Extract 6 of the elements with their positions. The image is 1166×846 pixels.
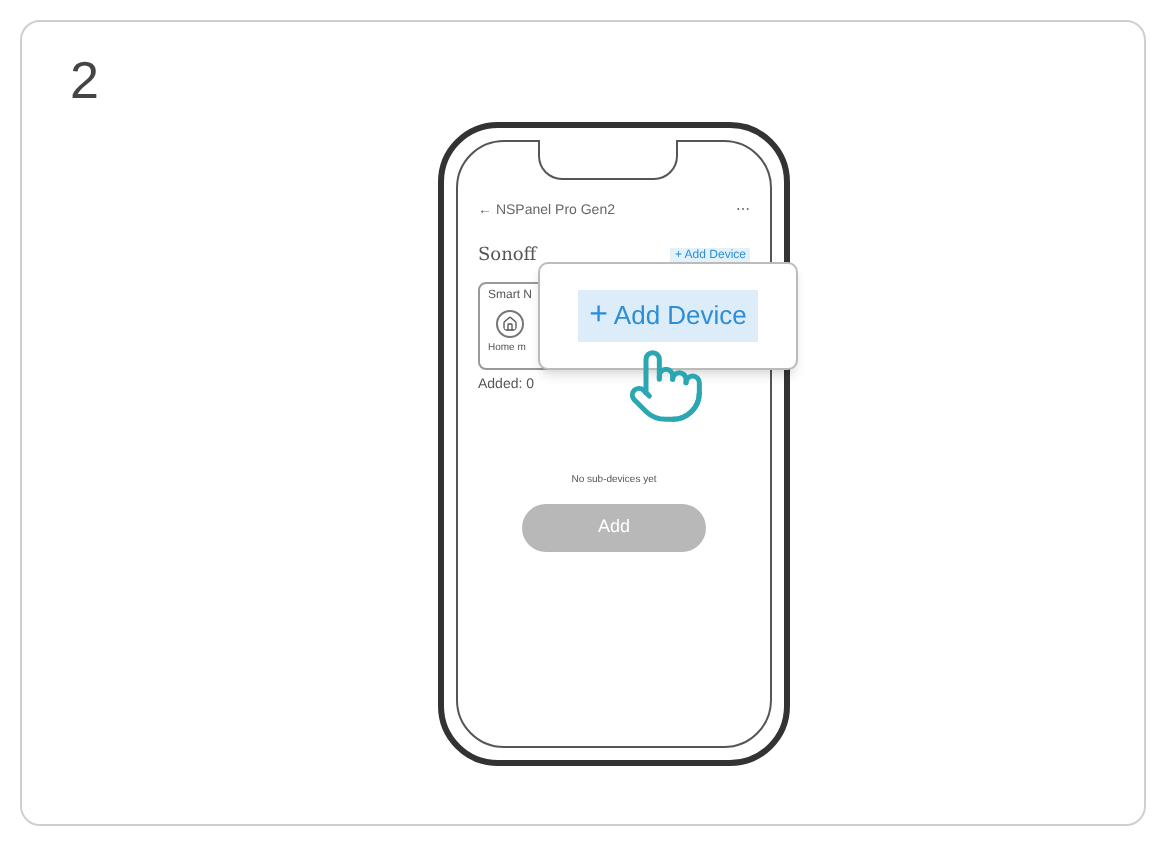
brand-logo: Sonoff [478,243,537,269]
add-device-button[interactable]: + Add Device [577,290,759,342]
home-icon [496,310,524,338]
button-label: Add Device [613,298,747,335]
step-number: 2 [70,48,99,114]
plus-sign: + [589,296,608,336]
